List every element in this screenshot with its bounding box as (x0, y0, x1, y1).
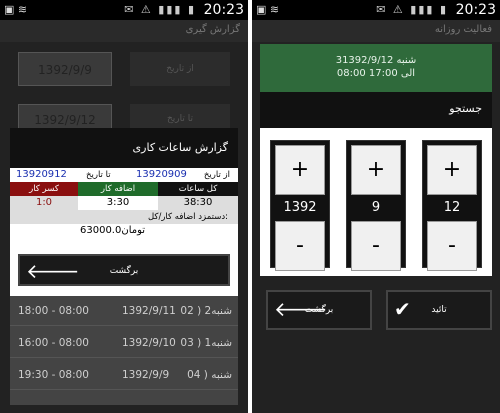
wage-note: دستمزد اضافه کار/کل: (147, 212, 228, 222)
work-hours-report-dialog: گزارش ساعات کاری 13920912 تا تاریخ 13920… (10, 128, 238, 296)
from-date-value: 13920909 (136, 169, 187, 180)
day-increment-button[interactable]: + (427, 145, 477, 195)
total-hours-header: کل ساعات (158, 182, 238, 196)
list-item[interactable]: 16:00 - 08:00 1392/9/10 03 ) 1شنبه (10, 328, 238, 358)
month-spinner: + 9 - (346, 140, 406, 271)
time-range: 18:00 - 08:00 (18, 305, 89, 317)
from-date-caption: از تاریخ (203, 170, 230, 180)
search-dialog-title: جستجو (260, 92, 492, 128)
month-decrement-button[interactable]: - (351, 221, 401, 271)
from-date-field[interactable]: 1392/9/9 (18, 52, 112, 86)
day-card-date: 3شنبه 1392/9/12 (335, 55, 417, 66)
right-screen: ▣ ≋ ✉ ⚠ ▮▮▮ ▮ 20:23 فعالیت روزانه 3شنبه … (252, 0, 500, 413)
year-value[interactable]: 1392 (271, 197, 329, 219)
status-icons: ✉ ⚠ ▮▮▮ ▮ (124, 3, 196, 16)
from-date-label: از تاریخ (130, 52, 230, 86)
wage-amount: 63000.0تومان (80, 225, 146, 236)
app-title: گزارش گیری (0, 20, 248, 42)
day-card[interactable]: 3شنبه 1392/9/12 08:00 الی 17:00 (260, 44, 492, 94)
year-decrement-button[interactable]: - (275, 221, 325, 271)
total-hours-value: 38:30 (158, 196, 238, 210)
clock: 20:23 (455, 2, 496, 18)
amount-row: 63000.0تومان (10, 224, 238, 238)
time-range: 19:30 - 08:00 (18, 369, 89, 381)
date-picker: + 1392 - + 9 - + 12 - (260, 128, 492, 276)
deficit-header: کسر کار (10, 182, 78, 196)
day-card-hours: 08:00 الی 17:00 (336, 68, 416, 79)
row-date: 1392/9/9 (122, 369, 170, 381)
deficit-value: 1:0 (10, 196, 78, 210)
work-log-list: 18:00 - 08:00 1392/9/11 02 ) 2شنبه 16:00… (10, 296, 238, 405)
year-spinner: + 1392 - (270, 140, 330, 271)
wage-note-row: دستمزد اضافه کار/کل: (10, 210, 238, 224)
day-spinner: + 12 - (422, 140, 482, 271)
app-title: فعالیت روزانه (252, 20, 500, 42)
month-value[interactable]: 9 (347, 197, 405, 219)
status-bar: ▣ ≋ ✉ ⚠ ▮▮▮ ▮ 20:23 (252, 0, 500, 20)
overtime-header: اضافه کار (78, 182, 158, 196)
back-button-label: برگشت (304, 305, 334, 315)
row-date: 1392/9/10 (122, 337, 176, 349)
confirm-button[interactable]: ✔ تائید (386, 290, 492, 330)
confirm-button-label: تائید (431, 305, 447, 315)
status-icons: ✉ ⚠ ▮▮▮ ▮ (376, 3, 448, 16)
list-item[interactable]: 18:00 - 08:00 1392/9/11 02 ) 2شنبه (10, 296, 238, 326)
row-date: 1392/9/11 (122, 305, 176, 317)
to-date-caption: تا تاریخ (86, 170, 111, 180)
summary-values: 1:0 3:30 38:30 (10, 196, 238, 210)
left-screen: ▣ ≋ ✉ ⚠ ▮▮▮ ▮ 20:23 گزارش گیری 1392/9/9 … (0, 0, 248, 413)
clock: 20:23 (203, 2, 244, 18)
summary-header: کسر کار اضافه کار کل ساعات (10, 182, 238, 196)
back-button[interactable]: 🡐 برگشت (266, 290, 372, 330)
date-range-row: 13920912 تا تاریخ 13920909 از تاریخ (10, 168, 238, 182)
month-increment-button[interactable]: + (351, 145, 401, 195)
row-day: 03 ) 1شنبه (180, 337, 232, 349)
to-date-value: 13920912 (16, 169, 67, 180)
day-decrement-button[interactable]: - (427, 221, 477, 271)
gallery-icon: ▣ ≋ (4, 3, 28, 16)
status-bar: ▣ ≋ ✉ ⚠ ▮▮▮ ▮ 20:23 (0, 0, 248, 20)
back-button-label: برگشت (109, 266, 139, 276)
dialog-title: گزارش ساعات کاری (10, 128, 238, 168)
overtime-value: 3:30 (106, 197, 130, 208)
row-day: 02 ) 2شنبه (180, 305, 232, 317)
time-range: 16:00 - 08:00 (18, 337, 89, 349)
row-day: 04 ) شنبه (187, 369, 232, 381)
day-value[interactable]: 12 (423, 197, 481, 219)
back-button[interactable]: 🡐 برگشت (18, 254, 230, 286)
year-increment-button[interactable]: + (275, 145, 325, 195)
gallery-icon: ▣ ≋ (256, 3, 280, 16)
list-item[interactable]: 19:30 - 08:00 1392/9/9 04 ) شنبه (10, 360, 238, 390)
